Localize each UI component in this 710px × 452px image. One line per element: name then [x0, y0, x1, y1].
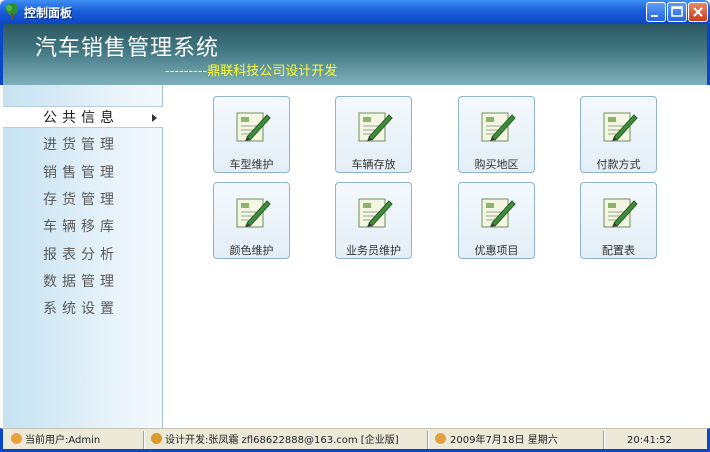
minimize-icon [651, 15, 658, 17]
sidebar-item-system-settings[interactable]: 系统设置 [3, 298, 163, 320]
maximize-icon [671, 6, 683, 17]
status-time: 20:41:52 [627, 435, 672, 446]
tile-payment-method[interactable]: 付款方式 [580, 96, 657, 173]
document-edit-icon [358, 112, 393, 142]
sidebar-item-reports[interactable]: 报表分析 [3, 244, 163, 266]
tile-car-model[interactable]: 车型维护 [213, 96, 290, 173]
sidebar-item-label: 销售管理 [43, 165, 119, 181]
tile-label: 配置表 [602, 244, 635, 257]
user-icon [11, 433, 22, 444]
tree-icon [6, 3, 18, 20]
window-title: 控制面板 [24, 6, 73, 20]
close-button[interactable] [688, 2, 708, 22]
tile-vehicle-storage[interactable]: 车辆存放 [335, 96, 412, 173]
document-edit-icon [236, 198, 271, 228]
sidebar-nav: 公共信息 进货管理 销售管理 存货管理 车辆移库 报表分析 数据管理 系统设置 [3, 85, 163, 428]
sidebar-item-purchase[interactable]: 进货管理 [3, 134, 163, 156]
tile-label: 车辆存放 [351, 158, 396, 171]
document-edit-icon [481, 198, 516, 228]
tile-label: 购买地区 [474, 158, 519, 171]
document-edit-icon [603, 112, 638, 142]
sidebar-item-label: 数据管理 [43, 274, 119, 290]
sidebar-item-data-management[interactable]: 数据管理 [3, 271, 163, 293]
sidebar-item-label: 报表分析 [43, 247, 119, 263]
sidebar-item-label: 系统设置 [43, 301, 119, 317]
tile-label: 颜色维护 [229, 244, 274, 257]
title-bar[interactable]: 控制面板 [0, 0, 710, 24]
status-bar: 当前用户:Admin 设计开发:张凤霜 zfl68622888@163.com … [0, 428, 710, 452]
header-banner: 汽车销售管理系统 ---------鼎联科技公司设计开发 [0, 24, 710, 85]
developer-icon [151, 433, 162, 444]
tile-color[interactable]: 颜色维护 [213, 182, 290, 259]
sidebar-item-vehicle-transfer[interactable]: 车辆移库 [3, 216, 163, 238]
tile-purchase-region[interactable]: 购买地区 [458, 96, 535, 173]
minimize-button[interactable] [646, 2, 666, 22]
sidebar-item-public-info[interactable]: 公共信息 [3, 106, 163, 128]
main-panel: 车型维护 车辆存放 购买地区 付款方式 颜色维护 业务员维护 优惠项目 配置表 [164, 85, 707, 428]
tile-discount[interactable]: 优惠项目 [458, 182, 535, 259]
status-separator [427, 431, 429, 449]
sidebar-item-label: 公共信息 [43, 110, 119, 126]
developer-subtitle: ---------鼎联科技公司设计开发 [165, 64, 338, 79]
sidebar-item-sales[interactable]: 销售管理 [3, 162, 163, 184]
tile-label: 付款方式 [596, 158, 641, 171]
current-user: 当前用户:Admin [25, 435, 101, 446]
tile-label: 业务员维护 [346, 244, 401, 257]
sidebar-item-label: 车辆移库 [43, 219, 119, 235]
document-edit-icon [603, 198, 638, 228]
status-separator [603, 431, 605, 449]
tile-label: 优惠项目 [474, 244, 519, 257]
status-separator [143, 431, 145, 449]
sidebar-item-label: 进货管理 [43, 137, 119, 153]
maximize-button[interactable] [667, 2, 687, 22]
developer-info: 设计开发:张凤霜 zfl68622888@163.com [企业版] [165, 435, 399, 446]
arrow-right-icon [152, 114, 157, 122]
document-edit-icon [236, 112, 271, 142]
document-edit-icon [481, 112, 516, 142]
tile-salesperson[interactable]: 业务员维护 [335, 182, 412, 259]
sidebar-item-inventory[interactable]: 存货管理 [3, 189, 163, 211]
close-icon [693, 7, 703, 17]
tile-configuration[interactable]: 配置表 [580, 182, 657, 259]
clock-icon [435, 433, 446, 444]
sidebar-item-label: 存货管理 [43, 192, 119, 208]
tile-label: 车型维护 [229, 158, 274, 171]
status-date: 2009年7月18日 星期六 [450, 435, 558, 446]
system-title: 汽车销售管理系统 [35, 36, 220, 61]
document-edit-icon [358, 198, 393, 228]
